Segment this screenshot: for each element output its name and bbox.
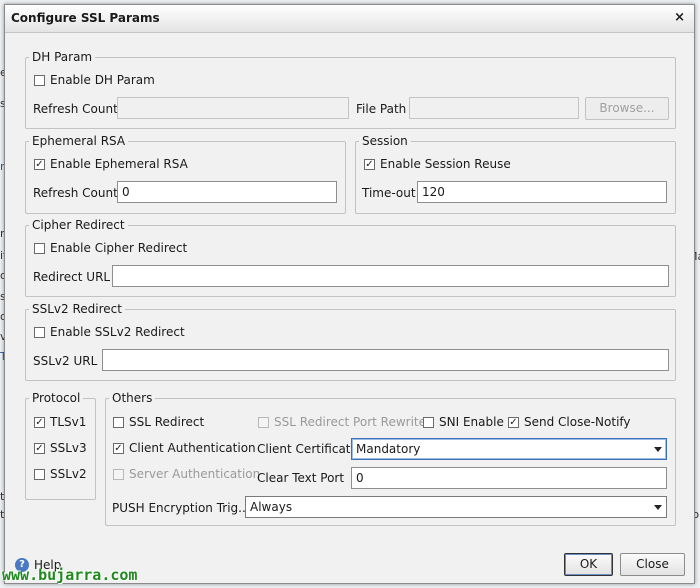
- dialog-body: DH Param Enable DH Param Refresh Count F…: [5, 32, 694, 583]
- clear-text-port-label: Clear Text Port: [257, 471, 345, 485]
- ssl-redirect-port-rewrite-checkbox[interactable]: [258, 417, 269, 428]
- enable-session-reuse-checkbox[interactable]: ✓: [364, 159, 375, 170]
- dh-refresh-count-input[interactable]: [117, 97, 349, 119]
- enable-ephemeral-rsa-label[interactable]: Enable Ephemeral RSA: [50, 157, 188, 171]
- client-certificate-label: Client Certificate: [257, 442, 358, 456]
- sni-enable-checkbox[interactable]: [423, 417, 434, 428]
- client-certificate-select[interactable]: Mandatory: [351, 438, 667, 460]
- send-close-notify-checkbox[interactable]: ✓: [508, 417, 519, 428]
- tlsv1-label[interactable]: TLSv1: [50, 415, 86, 429]
- dialog-titlebar[interactable]: Configure SSL Params ×: [5, 5, 694, 33]
- session-timeout-label: Time-out: [362, 186, 416, 200]
- enable-sslv2-redirect-checkbox[interactable]: [34, 327, 45, 338]
- sni-enable-label[interactable]: SNI Enable: [439, 415, 504, 429]
- rsa-refresh-count-label: Refresh Count: [33, 186, 118, 200]
- dh-file-path-input[interactable]: [409, 97, 579, 119]
- chevron-down-icon: [654, 447, 662, 452]
- enable-dh-param-checkbox[interactable]: [34, 75, 45, 86]
- push-encryption-value: Always: [250, 500, 293, 514]
- sslv2-label[interactable]: SSLv2: [50, 467, 87, 481]
- sslv2-url-input[interactable]: [102, 349, 669, 371]
- tlsv1-checkbox[interactable]: ✓: [34, 417, 45, 428]
- redirect-url-label: Redirect URL: [33, 270, 111, 284]
- ssl-redirect-label[interactable]: SSL Redirect: [129, 415, 204, 429]
- browse-button[interactable]: Browse...: [585, 97, 669, 120]
- sslv3-checkbox[interactable]: ✓: [34, 443, 45, 454]
- others-legend: Others: [112, 391, 153, 405]
- enable-session-reuse-label[interactable]: Enable Session Reuse: [380, 157, 511, 171]
- server-authentication-label[interactable]: Server Authentication: [129, 467, 260, 481]
- sslv2-url-label: SSLv2 URL: [33, 354, 98, 368]
- enable-ephemeral-rsa-checkbox[interactable]: ✓: [34, 159, 45, 170]
- sslv2-redirect-legend: SSLv2 Redirect: [32, 302, 122, 316]
- enable-sslv2-redirect-label[interactable]: Enable SSLv2 Redirect: [50, 325, 185, 339]
- rsa-refresh-count-input[interactable]: 0: [117, 181, 337, 203]
- client-certificate-value: Mandatory: [356, 442, 421, 456]
- send-close-notify-label[interactable]: Send Close-Notify: [524, 415, 631, 429]
- close-icon[interactable]: ×: [674, 10, 685, 25]
- close-button[interactable]: Close: [620, 553, 685, 576]
- dh-param-legend: DH Param: [32, 50, 93, 64]
- ok-button[interactable]: OK: [564, 553, 613, 576]
- ssl-redirect-port-rewrite-label[interactable]: SSL Redirect Port Rewrite: [274, 415, 426, 429]
- session-legend: Session: [362, 134, 408, 148]
- enable-cipher-redirect-checkbox[interactable]: [34, 243, 45, 254]
- session-timeout-input[interactable]: 120: [417, 181, 667, 203]
- dh-refresh-count-label: Refresh Count: [33, 102, 118, 116]
- dh-file-path-label: File Path: [356, 102, 407, 116]
- enable-cipher-redirect-label[interactable]: Enable Cipher Redirect: [50, 241, 187, 255]
- ephemeral-rsa-legend: Ephemeral RSA: [32, 134, 126, 148]
- client-authentication-label[interactable]: Client Authentication: [129, 441, 256, 455]
- watermark-text: www.bujarra.com: [2, 566, 138, 584]
- sslv2-checkbox[interactable]: [34, 469, 45, 480]
- cipher-redirect-legend: Cipher Redirect: [32, 218, 125, 232]
- client-authentication-checkbox[interactable]: ✓: [113, 443, 124, 454]
- dialog-title: Configure SSL Params: [11, 11, 160, 25]
- ssl-redirect-checkbox[interactable]: [113, 417, 124, 428]
- push-encryption-label: PUSH Encryption Trig...: [112, 501, 250, 515]
- sslv3-label[interactable]: SSLv3: [50, 441, 87, 455]
- clear-text-port-input[interactable]: 0: [351, 467, 667, 489]
- push-encryption-select[interactable]: Always: [245, 496, 667, 518]
- ssl-params-dialog: Configure SSL Params × DH Param Enable D…: [4, 4, 695, 584]
- redirect-url-input[interactable]: [112, 265, 669, 287]
- enable-dh-param-label[interactable]: Enable DH Param: [50, 73, 155, 87]
- chevron-down-icon: [654, 505, 662, 510]
- server-authentication-checkbox[interactable]: [113, 469, 124, 480]
- protocol-legend: Protocol: [32, 391, 81, 405]
